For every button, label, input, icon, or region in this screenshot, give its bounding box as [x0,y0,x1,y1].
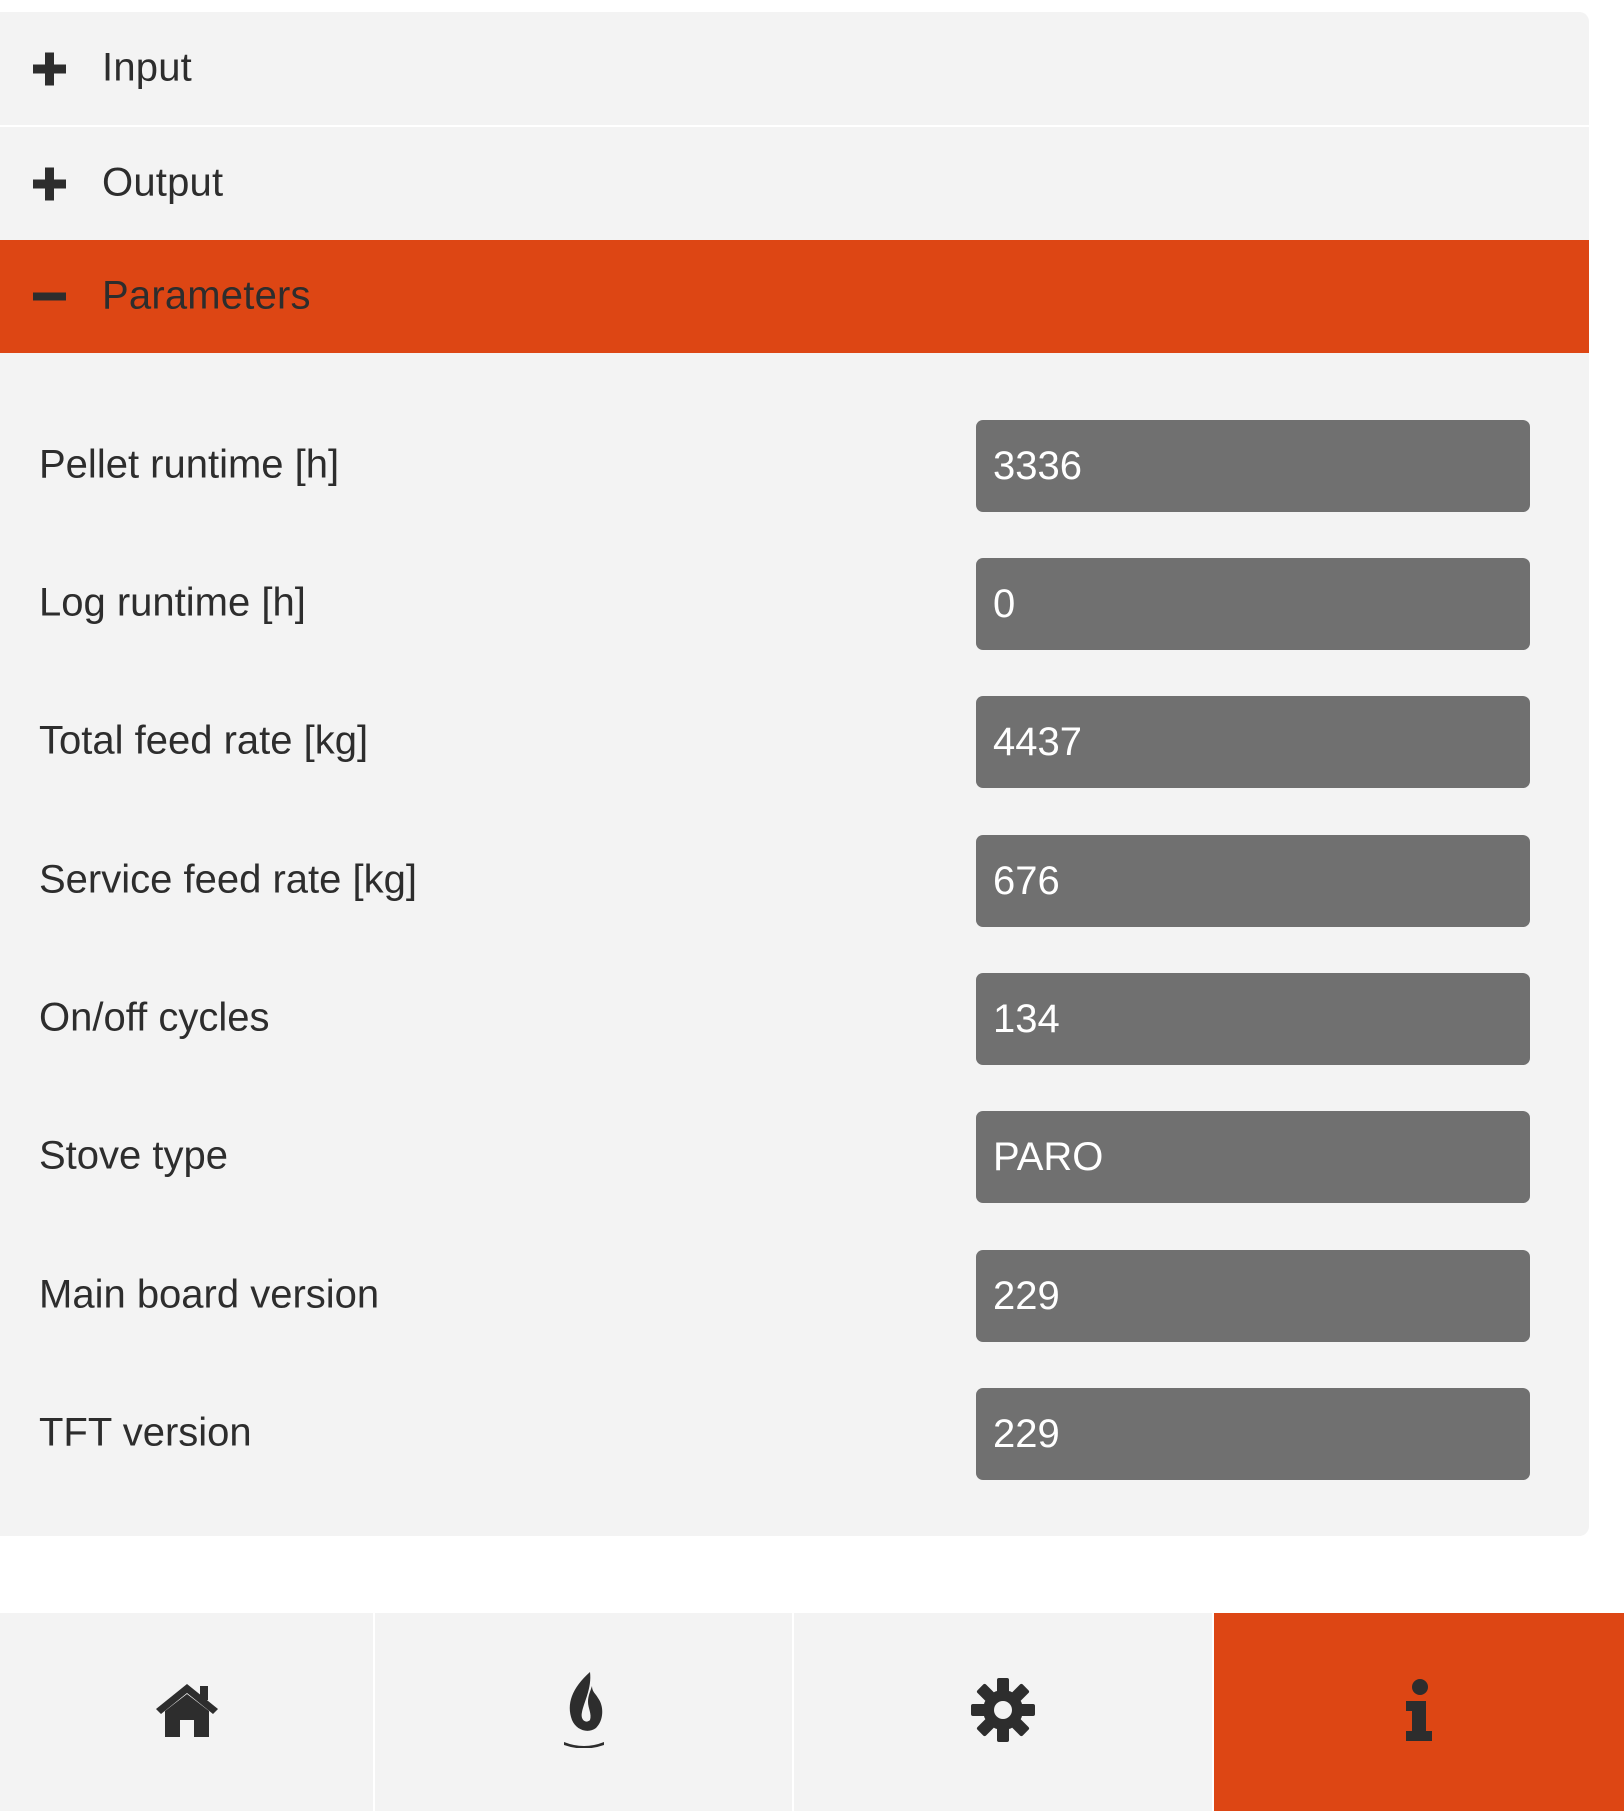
parameter-value-field: 229 [976,1388,1530,1480]
bottom-nav [0,1613,1624,1811]
nav-settings-button[interactable] [794,1613,1214,1811]
parameter-label: On/off cycles [39,995,270,1040]
parameters-panel: Pellet runtime [h] 3336 Log runtime [h] … [0,353,1589,1536]
plus-icon [33,52,66,85]
flame-icon [562,1671,606,1753]
parameter-label: Pellet runtime [h] [39,442,340,487]
parameter-row-service-feed-rate: Service feed rate [kg] 676 [0,835,1589,927]
accordion-header-label: Input [102,45,192,90]
parameter-row-tft-version: TFT version 229 [0,1388,1589,1480]
nav-info-button[interactable] [1214,1613,1624,1811]
parameter-value-field: 676 [976,835,1530,927]
parameter-value-field: 134 [976,973,1530,1065]
accordion-header-label: Output [102,160,224,205]
minus-icon [33,280,66,313]
parameter-label: Main board version [39,1272,380,1317]
parameter-value-field: 4437 [976,696,1530,788]
accordion-header-output[interactable]: Output [0,125,1589,240]
nav-stove-button[interactable] [375,1613,794,1811]
info-page: Input Output Parameters Pellet runtime [… [0,0,1624,1811]
parameter-value-field: 229 [976,1250,1530,1342]
parameter-row-on-off-cycles: On/off cycles 134 [0,973,1589,1065]
accordion-header-label: Parameters [102,273,311,318]
parameter-value-field: 3336 [976,420,1530,512]
parameter-label: TFT version [39,1410,252,1455]
parameter-label: Log runtime [h] [39,580,306,625]
accordion-header-parameters[interactable]: Parameters [0,240,1589,353]
parameter-label: Total feed rate [kg] [39,718,369,763]
parameter-label: Service feed rate [kg] [39,857,417,902]
accordion-header-input[interactable]: Input [0,12,1589,125]
nav-home-button[interactable] [0,1613,375,1811]
parameter-row-log-runtime: Log runtime [h] 0 [0,558,1589,650]
gear-icon [971,1677,1035,1747]
parameter-row-main-board-version: Main board version 229 [0,1250,1589,1342]
parameter-row-pellet-runtime: Pellet runtime [h] 3336 [0,420,1589,512]
parameter-row-stove-type: Stove type PARO [0,1111,1589,1203]
parameter-value-field: PARO [976,1111,1530,1203]
plus-icon [33,167,66,200]
home-icon [154,1682,220,1743]
parameter-label: Stove type [39,1133,229,1178]
parameter-value-field: 0 [976,558,1530,650]
parameter-row-total-feed-rate: Total feed rate [kg] 4437 [0,696,1589,788]
info-icon [1404,1678,1434,1746]
info-accordion: Input Output Parameters Pellet runtime [… [0,12,1589,1536]
